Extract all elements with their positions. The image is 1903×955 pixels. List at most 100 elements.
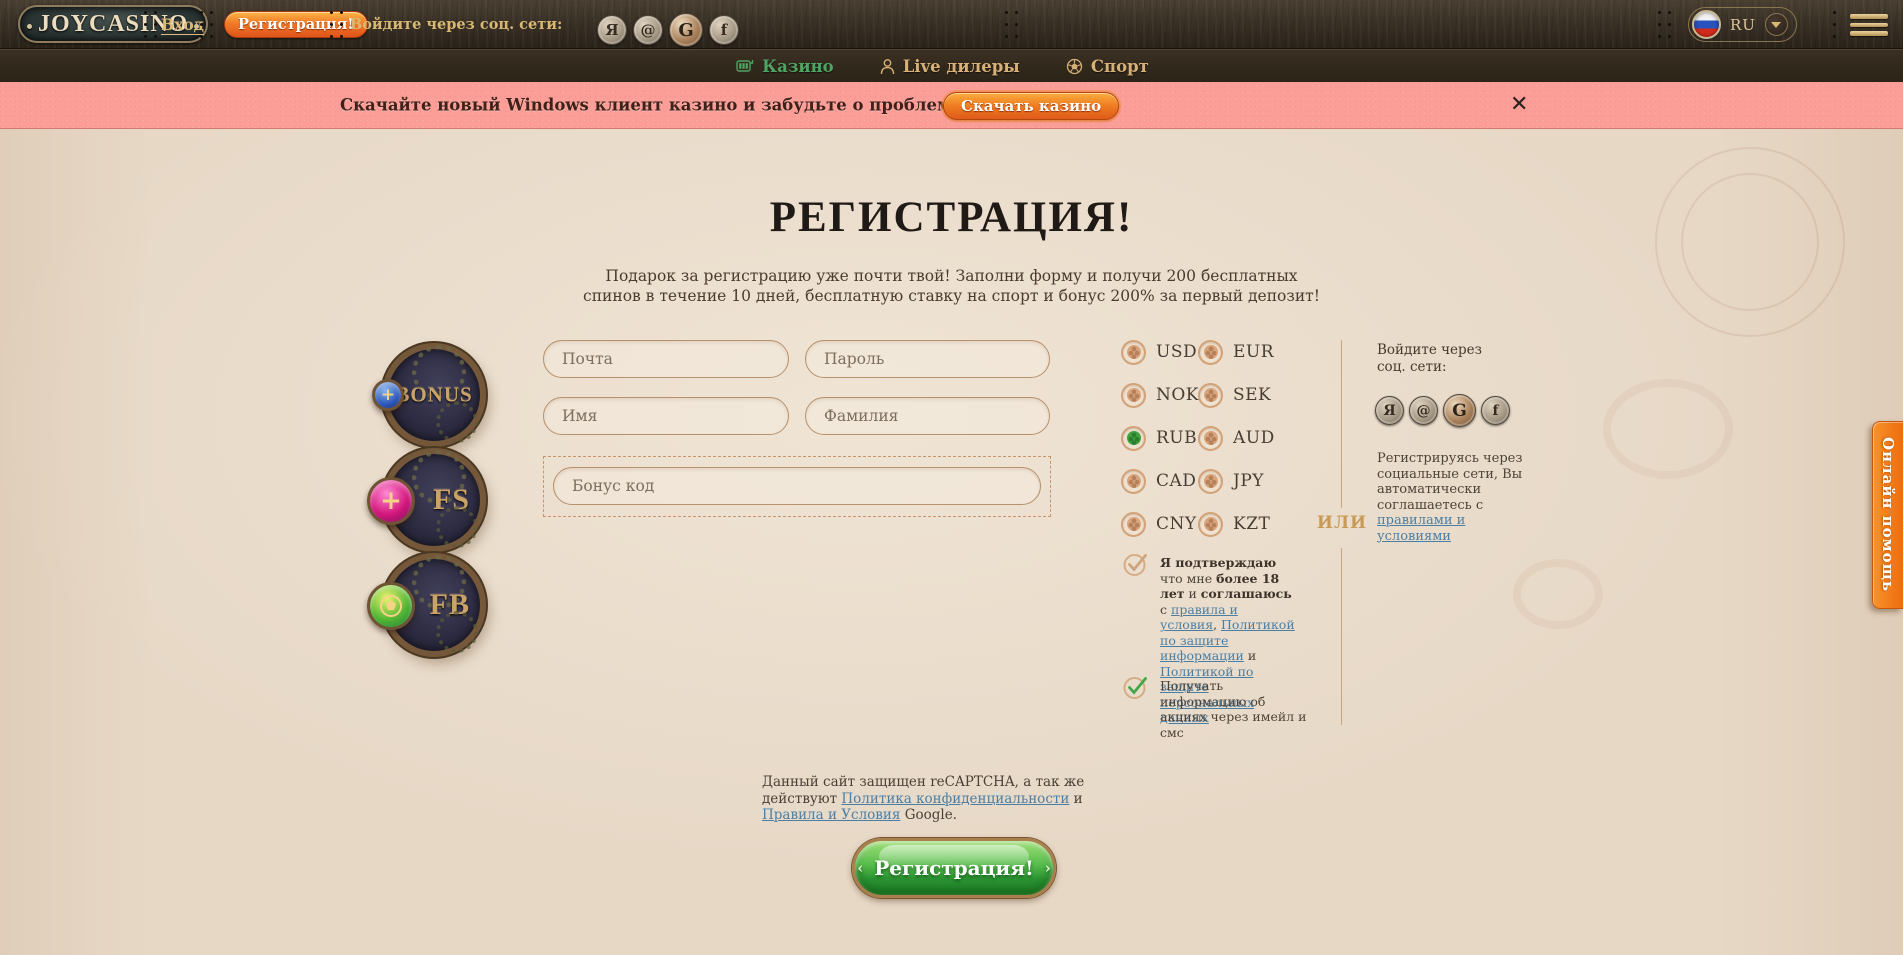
- sport-ball-icon: [1066, 58, 1083, 75]
- menu-icon[interactable]: [1850, 14, 1888, 40]
- language-code: RU: [1730, 16, 1756, 34]
- close-icon[interactable]: ✕: [1510, 94, 1528, 116]
- russia-flag-icon: [1692, 10, 1721, 39]
- consent-text: и: [1244, 648, 1256, 663]
- tab-label: Спорт: [1091, 57, 1149, 76]
- background-stain: [1603, 379, 1733, 479]
- currency-usd[interactable]: USD: [1121, 339, 1198, 365]
- currency-code: EUR: [1233, 342, 1274, 362]
- currency-code: AUD: [1233, 428, 1275, 448]
- social-panel-icons: Я @ G f: [1375, 394, 1510, 427]
- rivet-decoration: [1833, 11, 1836, 14]
- consent-text: ,: [1213, 617, 1221, 632]
- currency-code: CNY: [1156, 514, 1197, 534]
- freebet-badge: FB: [388, 559, 480, 651]
- rivet-decoration: [1658, 11, 1661, 14]
- first-name-field[interactable]: [543, 397, 789, 435]
- online-help-tab[interactable]: Онлайн помощь: [1872, 421, 1903, 609]
- radio-icon: [1121, 340, 1146, 365]
- main-nav: Казино Live дилеры Спорт: [0, 49, 1903, 82]
- google-icon[interactable]: G: [669, 13, 703, 47]
- currency-sek[interactable]: SEK: [1198, 382, 1275, 408]
- radio-icon: [1198, 340, 1223, 365]
- download-client-banner: Скачайте новый Windows клиент казино и з…: [0, 82, 1903, 129]
- age-consent-checkbox[interactable]: [1122, 550, 1150, 582]
- currency-aud[interactable]: AUD: [1198, 425, 1275, 451]
- registration-content: РЕГИСТРАЦИЯ! Подарок за регистрацию уже …: [0, 129, 1903, 955]
- currency-cad[interactable]: CAD: [1121, 468, 1198, 494]
- tab-sport[interactable]: Спорт: [1066, 57, 1149, 76]
- recaptcha-notice: Данный сайт защищен reCAPTCHA, а так же …: [762, 774, 1142, 824]
- rivet-decoration: [330, 11, 333, 14]
- login-link[interactable]: Вход: [161, 15, 204, 34]
- currency-jpy[interactable]: JPY: [1198, 468, 1275, 494]
- currency-nok[interactable]: NOK: [1121, 382, 1198, 408]
- subtitle-line: спинов в течение 10 дней, бесплатную ста…: [0, 287, 1903, 307]
- yandex-icon[interactable]: Я: [1375, 396, 1404, 425]
- joycasino-registration-page: JOYCASINO Вход Регистрация! Войдите чере…: [0, 0, 1903, 955]
- tab-label: Казино: [762, 57, 834, 76]
- radio-icon: [1121, 383, 1146, 408]
- live-dealer-icon: [880, 58, 895, 75]
- rivet-decoration: [210, 11, 213, 14]
- password-field[interactable]: [805, 340, 1050, 378]
- rivet-decoration: [1015, 11, 1018, 14]
- radio-icon: [1198, 383, 1223, 408]
- google-icon[interactable]: G: [1443, 394, 1476, 427]
- top-bar: JOYCASINO Вход Регистрация! Войдите чере…: [0, 0, 1903, 49]
- social-panel-title: Войдите через соц. сети:: [1377, 342, 1507, 376]
- currency-code: NOK: [1156, 385, 1199, 405]
- rivet-decoration: [1005, 11, 1008, 14]
- consent-text: что мне: [1160, 571, 1216, 586]
- currency-eur[interactable]: EUR: [1198, 339, 1275, 365]
- facebook-icon[interactable]: f: [1481, 396, 1510, 425]
- promo-consent-checkbox[interactable]: [1122, 673, 1150, 705]
- currency-kzt[interactable]: KZT: [1198, 511, 1275, 537]
- email-field[interactable]: [543, 340, 789, 378]
- bonus-code-field[interactable]: [553, 467, 1041, 505]
- privacy-policy-link[interactable]: Политика конфиденциальности: [841, 791, 1069, 807]
- submit-label: Регистрация!: [874, 856, 1034, 880]
- recaptcha-text: Google.: [900, 807, 957, 823]
- tab-casino[interactable]: Казино: [736, 57, 834, 76]
- radio-icon: [1198, 469, 1223, 494]
- header-register-button[interactable]: Регистрация!: [224, 11, 368, 38]
- note-text: Регистрируясь через социальные сети, Вы …: [1377, 451, 1522, 513]
- tab-label: Live дилеры: [903, 57, 1020, 76]
- or-label: ИЛИ: [1316, 513, 1368, 533]
- facebook-icon[interactable]: f: [709, 15, 739, 45]
- terms-and-conditions-link[interactable]: правилами и условиями: [1377, 513, 1465, 544]
- currency-code: KZT: [1233, 514, 1270, 534]
- chevron-down-icon[interactable]: [1765, 13, 1788, 36]
- consent-text: и: [1185, 586, 1201, 601]
- download-casino-button[interactable]: Скачать казино: [943, 92, 1119, 120]
- slots-icon: [736, 58, 754, 74]
- social-panel-note: Регистрируясь через социальные сети, Вы …: [1377, 451, 1532, 544]
- mailru-icon[interactable]: @: [633, 15, 663, 45]
- currency-rub[interactable]: RUB: [1121, 425, 1198, 451]
- language-selector[interactable]: RU: [1688, 7, 1797, 42]
- yandex-icon[interactable]: Я: [597, 15, 627, 45]
- vertical-divider: [1341, 340, 1342, 508]
- currency-code: SEK: [1233, 385, 1271, 405]
- page-subtitle: Подарок за регистрацию уже почти твой! З…: [0, 267, 1903, 306]
- online-help-label: Онлайн помощь: [1879, 437, 1897, 592]
- currency-code: USD: [1156, 342, 1197, 362]
- promo-consent-text: Получать информацию об акциях через имей…: [1160, 678, 1310, 740]
- bonus-badge: + BONUS: [388, 349, 480, 441]
- tab-live-dealers[interactable]: Live дилеры: [880, 57, 1020, 76]
- register-submit-button[interactable]: ‹ Регистрация! ›: [852, 838, 1056, 898]
- mailru-icon[interactable]: @: [1409, 396, 1438, 425]
- right-arrow-decoration: ›: [1045, 859, 1051, 877]
- last-name-field[interactable]: [805, 397, 1050, 435]
- social-login-prompt: Войдите через соц. сети:: [350, 16, 562, 33]
- subtitle-line: Подарок за регистрацию уже почти твой! З…: [0, 267, 1903, 287]
- currency-code: CAD: [1156, 471, 1196, 491]
- google-terms-link[interactable]: Правила и Условия: [762, 807, 900, 823]
- rivet-decoration: [340, 11, 343, 14]
- currency-cny[interactable]: CNY: [1121, 511, 1198, 537]
- consent-bold: Я подтверждаю: [1160, 555, 1276, 570]
- currency-selector: USD EUR NOK SEK RUB AUD: [1121, 339, 1275, 537]
- bonus-orb-icon: +: [372, 379, 404, 411]
- freespins-orb-icon: +: [367, 477, 415, 525]
